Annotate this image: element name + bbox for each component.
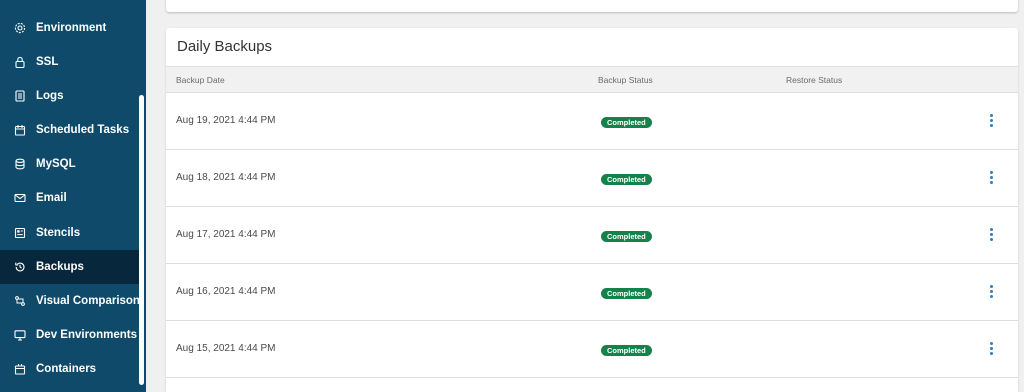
lock-icon xyxy=(14,56,26,68)
backup-date: Aug 17, 2021 4:44 PM xyxy=(176,229,276,240)
row-actions-menu-icon[interactable] xyxy=(982,283,1002,301)
status-badge: Completed xyxy=(601,345,652,356)
sidebar-item-backups[interactable]: Backups xyxy=(0,250,139,284)
previous-card xyxy=(166,0,1018,12)
sidebar-item-email[interactable]: Email xyxy=(0,181,139,215)
database-icon xyxy=(14,158,26,170)
backup-date: Aug 15, 2021 4:44 PM xyxy=(176,343,276,354)
sidebar-item-label: Backups xyxy=(36,261,84,273)
sidebar-item-label: Email xyxy=(36,192,67,204)
sidebar-item-label: Dev Environments xyxy=(36,329,137,341)
card-title: Daily Backups xyxy=(177,38,273,55)
column-header-backup-date: Backup Date xyxy=(176,75,225,85)
sidebar-item-mysql[interactable]: MySQL xyxy=(0,147,139,181)
table-header: Backup Date Backup Status Restore Status xyxy=(166,66,1018,93)
sidebar-scrollbar[interactable] xyxy=(139,95,144,385)
sidebar-item-label: Logs xyxy=(36,90,64,102)
sidebar-item-label: Visual Comparison xyxy=(36,295,140,307)
backup-date: Aug 19, 2021 4:44 PM xyxy=(176,115,276,126)
document-icon xyxy=(14,90,26,102)
history-icon xyxy=(14,261,26,273)
sidebar-item-environment[interactable]: Environment xyxy=(0,11,139,45)
monitor-icon xyxy=(14,329,26,341)
row-actions-menu-icon[interactable] xyxy=(982,226,1002,244)
gear-icon xyxy=(14,22,26,34)
row-actions-menu-icon[interactable] xyxy=(982,112,1002,130)
container-icon xyxy=(14,363,26,375)
status-badge: Completed xyxy=(601,174,652,185)
table-row: Aug 16, 2021 4:44 PM Completed xyxy=(166,264,1018,321)
sidebar-item-label: Environment xyxy=(36,22,107,34)
sidebar-item-dev-environments[interactable]: Dev Environments xyxy=(0,318,139,352)
column-header-restore-status: Restore Status xyxy=(786,75,843,85)
table-row: Aug 19, 2021 4:44 PM Completed xyxy=(166,93,1018,150)
sidebar-item-ssl[interactable]: SSL xyxy=(0,45,139,79)
status-badge: Completed xyxy=(601,117,652,128)
compare-icon xyxy=(14,295,26,307)
row-actions-menu-icon[interactable] xyxy=(982,169,1002,187)
row-actions-menu-icon[interactable] xyxy=(982,340,1002,358)
sidebar-item-logs[interactable]: Logs xyxy=(0,79,139,113)
status-badge: Completed xyxy=(601,288,652,299)
calendar-icon xyxy=(14,124,26,136)
sidebar-item-label: Scheduled Tasks xyxy=(36,124,130,136)
sidebar-item-label: MySQL xyxy=(36,158,76,170)
backup-date: Aug 16, 2021 4:44 PM xyxy=(176,286,276,297)
sidebar-item-label: Stencils xyxy=(36,227,81,239)
column-header-backup-status: Backup Status xyxy=(598,75,653,85)
envelope-icon xyxy=(14,192,26,204)
sidebar-item-scheduled-tasks[interactable]: Scheduled Tasks xyxy=(0,113,139,147)
sidebar-item-label: Containers xyxy=(36,363,97,375)
sidebar-nav: Environment SSL Logs Scheduled Tasks MyS… xyxy=(0,0,146,392)
stencil-icon xyxy=(14,227,26,239)
sidebar-item-containers[interactable]: Containers xyxy=(0,352,139,386)
table-row: Aug 17, 2021 4:44 PM Completed xyxy=(166,207,1018,264)
status-badge: Completed xyxy=(601,231,652,242)
table-row: Aug 18, 2021 4:44 PM Completed xyxy=(166,150,1018,207)
daily-backups-card: Daily Backups Backup Date Backup Status … xyxy=(166,28,1018,392)
sidebar-item-label: SSL xyxy=(36,56,59,68)
sidebar-item-stencils[interactable]: Stencils xyxy=(0,216,139,250)
backup-date: Aug 18, 2021 4:44 PM xyxy=(176,172,276,183)
sidebar-item-visual-comparison[interactable]: Visual Comparison xyxy=(0,284,140,318)
table-row: Aug 15, 2021 4:44 PM Completed xyxy=(166,321,1018,378)
